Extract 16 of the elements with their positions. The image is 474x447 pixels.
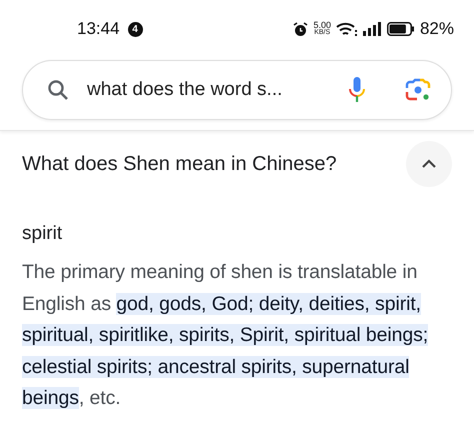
speed-value: 5.00: [313, 21, 331, 29]
camera-icon[interactable]: [405, 78, 431, 102]
answer-summary: spirit: [22, 223, 64, 245]
search-icon: [47, 79, 69, 101]
wifi-icon: [336, 22, 358, 36]
battery-icon: [386, 22, 415, 36]
battery-percentage: 82%: [420, 19, 454, 39]
chevron-icon: [421, 159, 437, 169]
search-field[interactable]: what does the word s...: [22, 60, 452, 120]
alarm-icon: [293, 22, 308, 36]
notification-badge: 4: [128, 22, 143, 36]
clock-time: 13:44: [77, 19, 120, 39]
microphone-icon[interactable]: [349, 77, 365, 103]
signal-icon: [362, 22, 382, 36]
question-title: What does Shen mean in Chinese?: [22, 152, 337, 176]
search-query[interactable]: what does the word s...: [87, 79, 331, 101]
